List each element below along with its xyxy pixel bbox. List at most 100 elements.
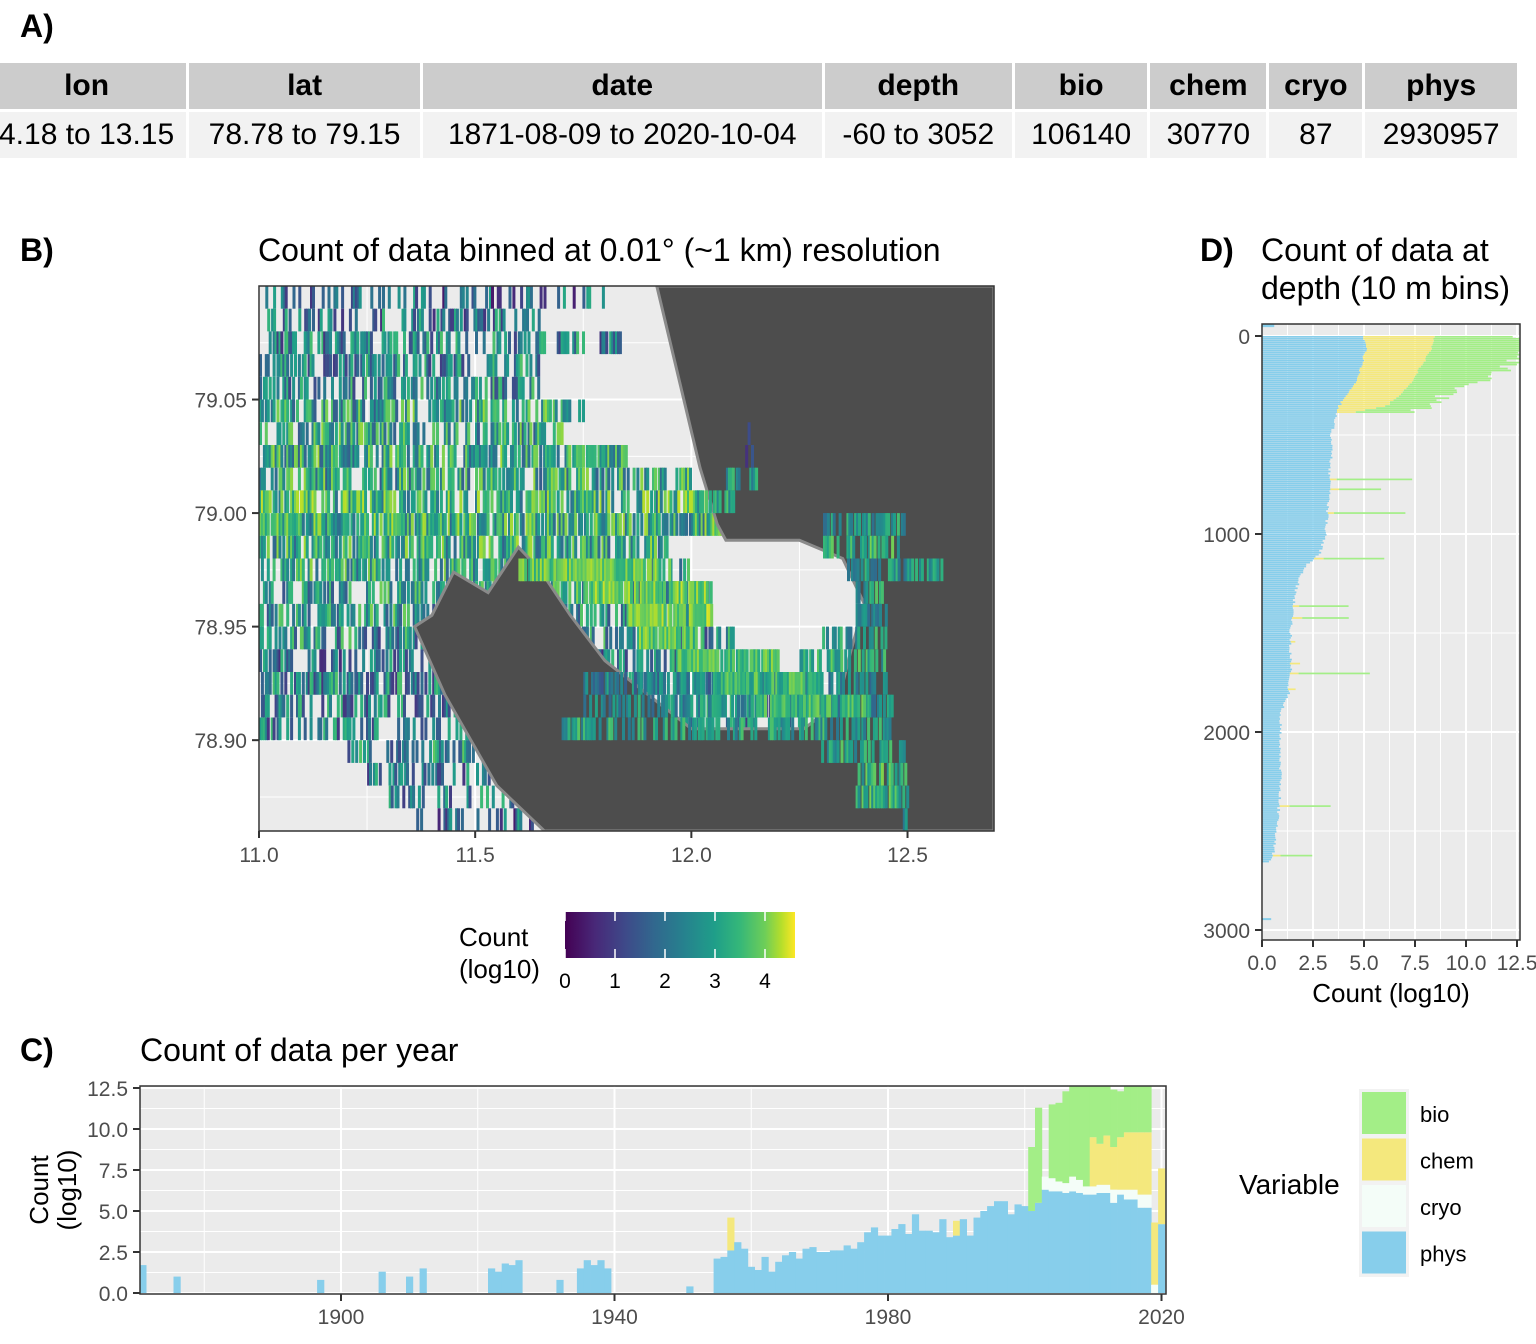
map-cell bbox=[607, 603, 611, 627]
depth-bar-bio bbox=[1385, 405, 1431, 407]
map-cell bbox=[262, 467, 266, 491]
map-cell bbox=[915, 558, 919, 582]
depth-bar-phys bbox=[1262, 345, 1367, 348]
depth-bar-phys bbox=[1262, 429, 1332, 431]
depth-bar-phys bbox=[1262, 680, 1289, 683]
map-cell bbox=[280, 649, 284, 672]
map-cell bbox=[632, 467, 636, 491]
map-cell bbox=[366, 672, 369, 695]
depth-bar-phys bbox=[1262, 840, 1275, 843]
map-cell bbox=[717, 717, 721, 741]
map-cell bbox=[356, 445, 360, 468]
year-bar-phys bbox=[864, 1232, 872, 1293]
map-cell bbox=[387, 399, 391, 423]
map-cell bbox=[348, 649, 352, 672]
depth-bar-phys bbox=[1262, 850, 1275, 853]
map-cell bbox=[296, 399, 299, 423]
map-cell bbox=[588, 286, 592, 309]
map-cell bbox=[336, 717, 340, 741]
map-cell bbox=[274, 626, 278, 650]
depth-bar-bio bbox=[1396, 397, 1450, 400]
depth-bar-phys bbox=[1262, 528, 1325, 530]
map-cell bbox=[485, 286, 489, 309]
map-cell bbox=[264, 649, 268, 672]
map-cell bbox=[867, 603, 871, 627]
year-bar-chem bbox=[1089, 1137, 1097, 1187]
depth-bar-phys bbox=[1262, 421, 1334, 423]
map-cell bbox=[321, 694, 325, 718]
map-cell bbox=[309, 331, 313, 355]
map-cell bbox=[334, 422, 338, 445]
map-cell bbox=[373, 694, 377, 718]
map-cell bbox=[270, 467, 274, 491]
map-cell bbox=[585, 603, 589, 627]
depth-bar-phys bbox=[1262, 617, 1293, 619]
map-cell bbox=[338, 672, 342, 695]
depth-bar-phys bbox=[1262, 488, 1331, 491]
depth-bar-bio bbox=[1398, 395, 1435, 398]
map-cell bbox=[639, 672, 643, 695]
map-cell bbox=[428, 399, 432, 423]
legend-key-chem bbox=[1362, 1138, 1406, 1181]
map-cell bbox=[410, 649, 414, 672]
map-cell bbox=[473, 513, 476, 536]
map-cell bbox=[517, 445, 521, 468]
depth-bar-phys bbox=[1262, 470, 1331, 473]
map-cell bbox=[585, 513, 589, 536]
map-cell bbox=[595, 490, 599, 514]
map-cell bbox=[651, 694, 655, 718]
map-cell bbox=[633, 672, 637, 695]
map-cell bbox=[857, 785, 861, 809]
map-cell bbox=[390, 740, 394, 763]
map-cell bbox=[860, 558, 864, 582]
map-cell bbox=[375, 535, 379, 559]
year-bar-phys bbox=[932, 1232, 940, 1293]
depth-x-tick-label: 2.5 bbox=[1298, 952, 1327, 975]
map-cell bbox=[414, 354, 418, 377]
map-cell bbox=[323, 376, 327, 400]
year-bar-phys bbox=[1144, 1207, 1152, 1293]
map-cell bbox=[560, 422, 564, 445]
depth-bar-phys bbox=[1262, 539, 1323, 542]
map-cell bbox=[378, 762, 382, 786]
map-cell bbox=[510, 490, 513, 514]
depth-bar-phys bbox=[1262, 341, 1366, 344]
map-cell bbox=[589, 513, 593, 536]
depth-bar-phys bbox=[1262, 496, 1330, 499]
map-cell bbox=[406, 762, 409, 786]
map-cell bbox=[595, 467, 599, 491]
map-cell bbox=[610, 672, 614, 695]
depth-bar-phys bbox=[1262, 559, 1313, 562]
year-bar-phys bbox=[850, 1248, 858, 1293]
map-cell bbox=[502, 467, 506, 491]
map-cell bbox=[396, 785, 400, 809]
depth-bar-phys bbox=[1262, 668, 1293, 671]
year-bar-cryo bbox=[1048, 1178, 1056, 1192]
depth-bar-phys bbox=[1262, 741, 1280, 744]
map-cell bbox=[274, 467, 278, 491]
map-cell bbox=[476, 762, 479, 786]
map-cell bbox=[350, 672, 354, 695]
map-cell bbox=[833, 626, 837, 650]
map-cell bbox=[674, 694, 678, 718]
map-cell bbox=[802, 672, 806, 695]
map-cell bbox=[350, 694, 354, 718]
map-cell bbox=[426, 558, 430, 582]
map-cell bbox=[506, 422, 510, 445]
year-bar-phys bbox=[727, 1250, 735, 1293]
map-cell bbox=[358, 286, 362, 309]
year-x-tick-label: 1900 bbox=[318, 1306, 365, 1329]
map-cell bbox=[305, 422, 309, 445]
year-bar-phys bbox=[836, 1250, 844, 1293]
map-cell bbox=[646, 490, 650, 514]
depth-bar-phys bbox=[1262, 745, 1280, 748]
map-cell bbox=[512, 286, 516, 309]
map-cell bbox=[397, 694, 401, 718]
map-cell bbox=[830, 672, 834, 695]
depth-bar-phys bbox=[1262, 846, 1275, 849]
map-cell bbox=[521, 467, 525, 491]
depth-bar-phys bbox=[1262, 494, 1330, 497]
map-cell bbox=[460, 808, 464, 831]
map-cell bbox=[385, 649, 389, 672]
depth-bar-phys bbox=[1262, 377, 1358, 380]
